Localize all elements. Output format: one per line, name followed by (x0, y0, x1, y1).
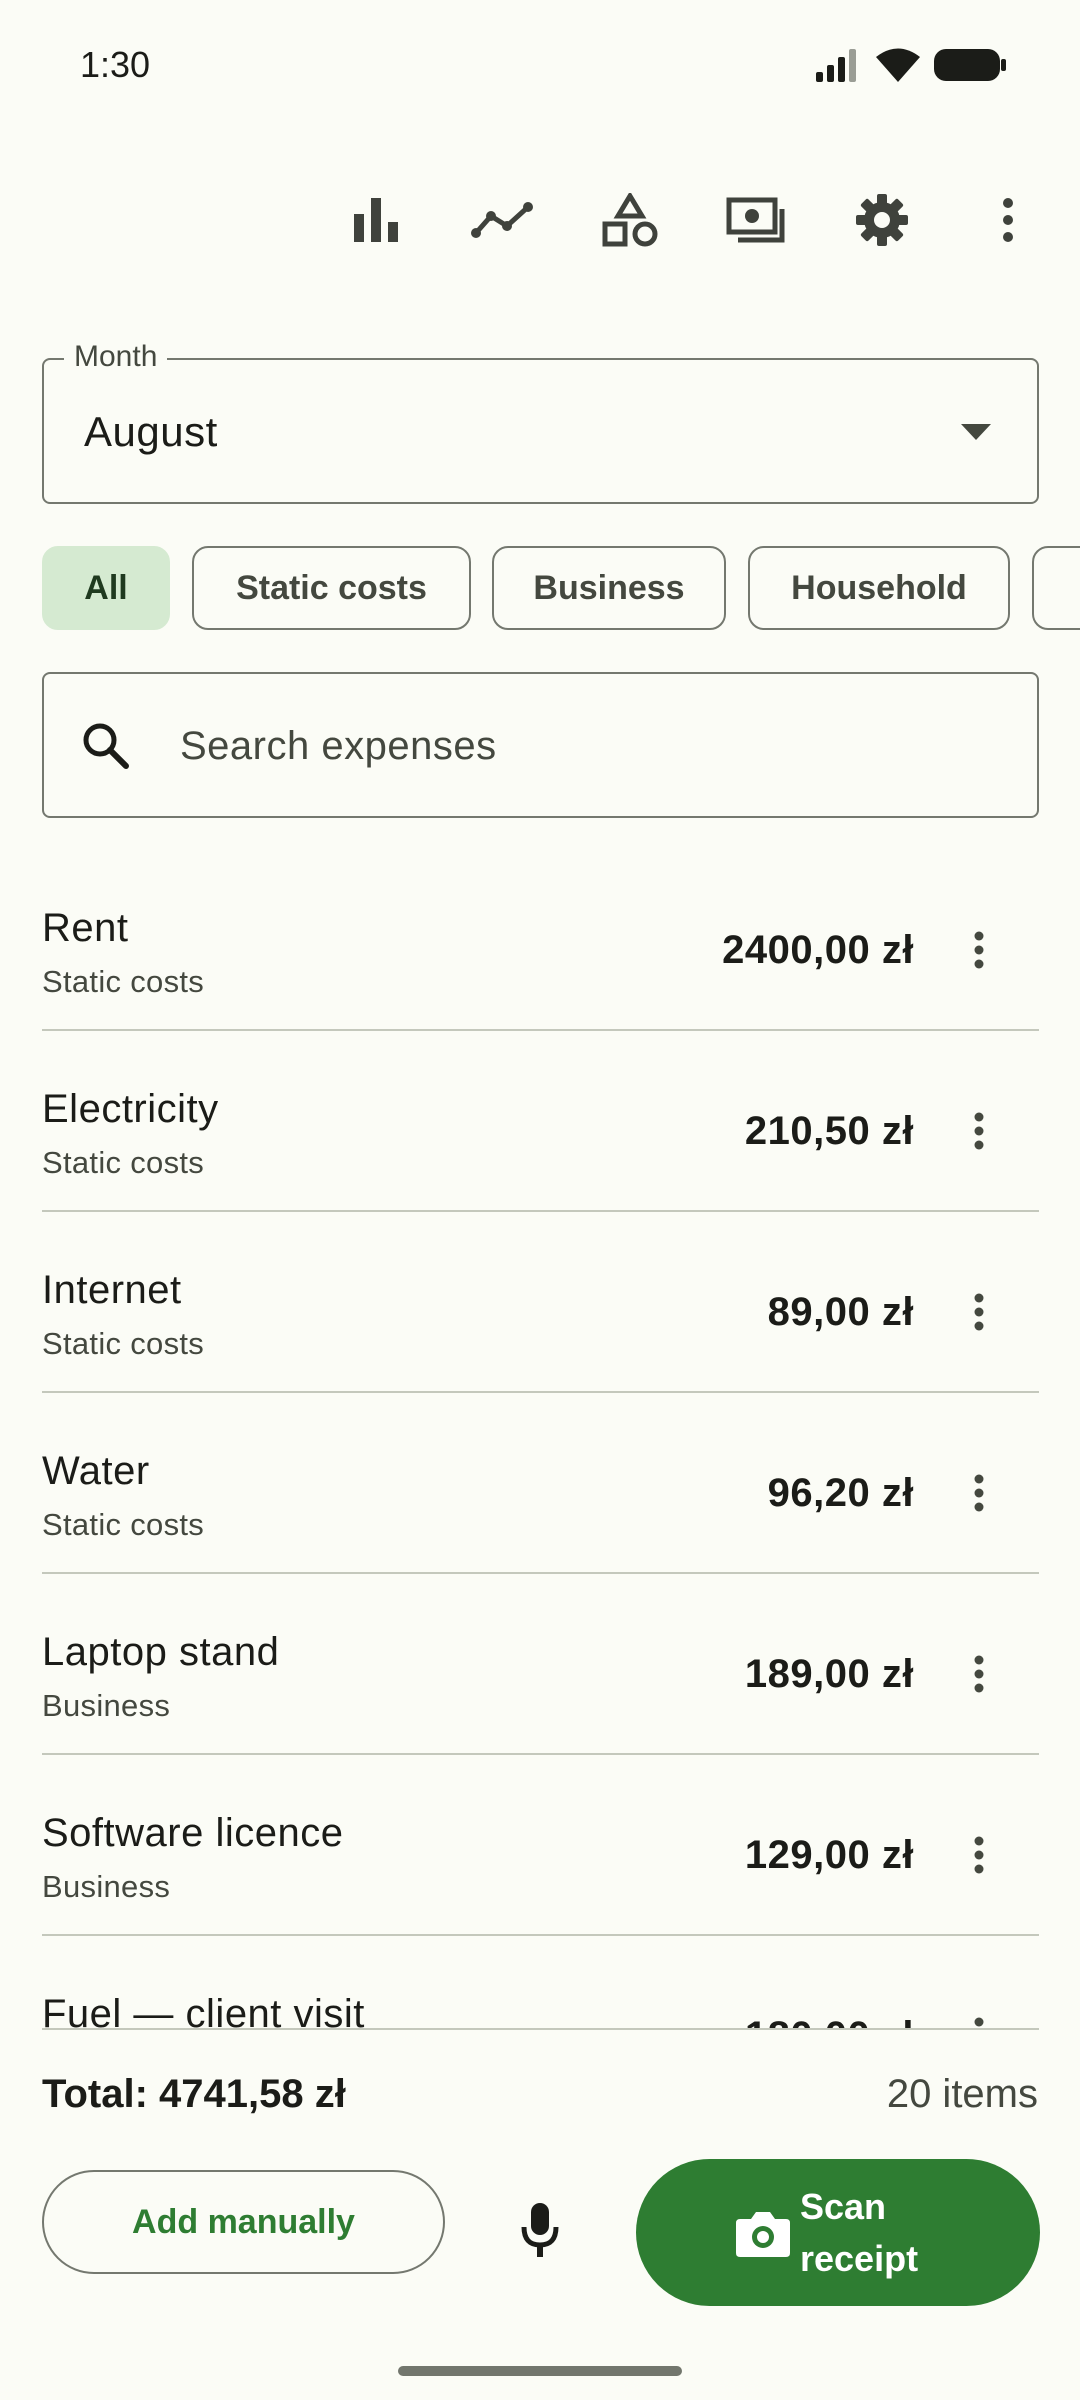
expense-category: Static costs (42, 964, 205, 999)
status-time: 1:30 (80, 44, 151, 85)
settings-button[interactable] (842, 180, 922, 260)
more-vertical-icon (974, 1112, 984, 1150)
row-menu-button[interactable] (959, 1644, 999, 1704)
status-icons (816, 48, 1006, 82)
expense-name: Laptop stand (42, 1630, 280, 1674)
statistics-button[interactable] (336, 180, 416, 260)
money-icon (726, 197, 785, 243)
search-icon (83, 723, 129, 769)
bar-chart-icon (354, 198, 398, 242)
more-vertical-icon (974, 1836, 984, 1874)
toolbar (0, 180, 1080, 260)
scan-receipt-button[interactable]: Scan receipt (636, 2159, 1040, 2306)
month-value: August (84, 408, 218, 455)
search-field[interactable] (42, 672, 1039, 818)
expense-name: Fuel — client visit (42, 1992, 365, 2030)
expense-amount: 96,20 zł (767, 1471, 914, 1515)
list-item[interactable]: Software licence Business 129,00 zł (42, 1755, 1039, 1936)
row-menu-button[interactable] (959, 1282, 999, 1342)
gear-icon (856, 194, 908, 246)
chip-more[interactable] (1032, 546, 1080, 630)
more-vertical-icon (974, 1474, 984, 1512)
chip-business[interactable]: Business (492, 546, 726, 630)
microphone-icon (521, 2203, 559, 2257)
overflow-menu-button[interactable] (968, 180, 1048, 260)
list-item[interactable]: Rent Static costs 2400,00 zł (42, 850, 1039, 1031)
list-item[interactable]: Electricity Static costs 210,50 zł (42, 1031, 1039, 1212)
expense-amount: 189,00 zł (744, 1652, 914, 1696)
month-label: Month (64, 340, 168, 374)
expense-category: Business (42, 1869, 171, 1904)
expense-category: Static costs (42, 1326, 205, 1361)
chip-all[interactable]: All (42, 546, 170, 630)
expense-category: Business (42, 1688, 171, 1723)
expense-name: Internet (42, 1268, 182, 1312)
shapes-icon (602, 193, 658, 247)
scan-receipt-label: Scan receipt (800, 2185, 919, 2279)
more-vertical-icon (1003, 198, 1013, 242)
wifi-icon (876, 48, 920, 82)
search-input[interactable] (180, 714, 980, 778)
voice-input-button[interactable] (500, 2190, 580, 2270)
add-manually-button[interactable]: Add manually (42, 2170, 445, 2274)
more-vertical-icon (974, 1293, 984, 1331)
more-vertical-icon (974, 1655, 984, 1693)
line-chart-icon (471, 202, 533, 238)
budget-button[interactable] (716, 180, 796, 260)
row-menu-button[interactable] (959, 1825, 999, 1885)
camera-icon (736, 2211, 790, 2257)
month-dropdown[interactable]: Month August (42, 340, 1039, 504)
expense-amount: 210,50 zł (744, 1109, 914, 1153)
expense-amount: 89,00 zł (767, 1290, 914, 1334)
items-count: 20 items (886, 2072, 1038, 2116)
expense-list: Rent Static costs 2400,00 zł Electricity… (0, 850, 1080, 2030)
more-vertical-icon (974, 931, 984, 969)
signal-icon (816, 49, 856, 82)
battery-icon (934, 49, 1006, 81)
expense-name: Water (42, 1449, 150, 1493)
expense-category: Static costs (42, 1145, 205, 1180)
chip-household[interactable]: Household (748, 546, 1010, 630)
trends-button[interactable] (462, 180, 542, 260)
row-menu-button[interactable] (959, 1463, 999, 1523)
home-indicator[interactable] (398, 2366, 682, 2376)
total-amount: Total: 4741,58 zł (42, 2072, 346, 2116)
categories-button[interactable] (590, 180, 670, 260)
filter-chips: All Static costs Business Household (42, 546, 1080, 630)
list-item[interactable]: Internet Static costs 89,00 zł (42, 1212, 1039, 1393)
row-menu-button[interactable] (959, 1101, 999, 1161)
expense-name: Rent (42, 906, 129, 950)
list-divider (42, 2028, 1039, 2030)
expense-amount: 2400,00 zł (722, 928, 914, 972)
list-item[interactable]: Water Static costs 96,20 zł (42, 1393, 1039, 1574)
list-item[interactable]: Laptop stand Business 189,00 zł (42, 1574, 1039, 1755)
status-bar: 1:30 (0, 0, 1080, 130)
list-item[interactable]: Fuel — client visit 180,00 zł (42, 1936, 1039, 2030)
expense-amount: 129,00 zł (744, 1833, 914, 1877)
row-menu-button[interactable] (959, 2006, 999, 2030)
chip-static-costs[interactable]: Static costs (192, 546, 471, 630)
caret-down-icon (961, 424, 991, 440)
expense-category: Static costs (42, 1507, 205, 1542)
expense-name: Electricity (42, 1087, 219, 1131)
expense-name: Software licence (42, 1811, 344, 1855)
row-menu-button[interactable] (959, 920, 999, 980)
